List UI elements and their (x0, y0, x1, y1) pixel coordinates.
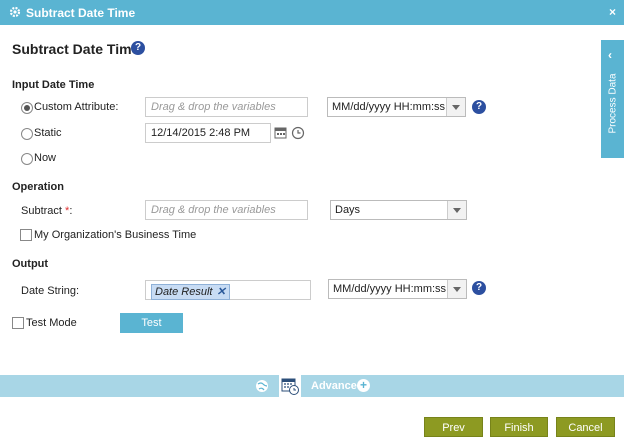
static-label: Static (34, 127, 62, 139)
static-date-input[interactable]: 12/14/2015 2:48 PM (145, 123, 271, 143)
remove-tag-icon[interactable]: ✕ (216, 285, 225, 299)
advanced-label[interactable]: Advanced (311, 380, 364, 392)
close-icon[interactable]: × (609, 5, 616, 19)
custom-attribute-input[interactable]: Drag & drop the variables (145, 97, 308, 117)
date-result-tag: Date Result ✕ (151, 284, 230, 300)
input-format-help-icon[interactable]: ? (472, 100, 486, 114)
unit-select[interactable]: Days (330, 200, 467, 220)
input-format-value: MM/dd/yyyy HH:mm:ss (332, 101, 446, 113)
static-radio[interactable] (21, 128, 33, 140)
chevron-down-icon[interactable] (447, 280, 466, 298)
output-format-select[interactable]: MM/dd/yyyy HH:mm:ss (328, 279, 467, 299)
business-time-checkbox[interactable] (20, 229, 32, 241)
section-input-date-time: Input Date Time (12, 79, 95, 91)
gear-icon (9, 6, 21, 18)
section-operation: Operation (12, 181, 64, 193)
output-format-help-icon[interactable]: ? (472, 281, 486, 295)
calendar-icon[interactable] (273, 124, 289, 142)
window-title: Subtract Date Time (26, 6, 136, 20)
clock-icon[interactable] (290, 124, 306, 142)
subtract-label: Subtract *: (21, 205, 73, 217)
help-icon[interactable]: ? (131, 41, 145, 55)
custom-attribute-radio[interactable] (21, 102, 33, 114)
finish-button[interactable]: Finish (490, 417, 548, 437)
title-bar: Subtract Date Time × (0, 0, 624, 25)
globe-gear-icon[interactable] (255, 378, 271, 394)
input-format-select[interactable]: MM/dd/yyyy HH:mm:ss (327, 97, 466, 117)
section-output: Output (12, 258, 49, 270)
plus-icon[interactable]: + (357, 379, 370, 392)
page-title: Subtract Date Time (12, 41, 140, 57)
unit-value: Days (335, 204, 361, 216)
chevron-down-icon[interactable] (446, 98, 465, 116)
process-data-tab[interactable]: ‹ Process Data (601, 40, 624, 158)
cancel-button[interactable]: Cancel (556, 417, 615, 437)
chevron-down-icon[interactable] (447, 201, 466, 219)
date-string-label: Date String: (21, 285, 80, 297)
test-button[interactable]: Test (120, 313, 183, 333)
calendar-tab[interactable] (279, 375, 301, 397)
process-data-label: Process Data (607, 73, 619, 134)
now-radio[interactable] (21, 153, 33, 165)
chevron-left-icon: ‹ (608, 48, 612, 62)
prev-button[interactable]: Prev (424, 417, 483, 437)
date-string-input[interactable]: Date Result ✕ (145, 280, 311, 300)
business-time-label: My Organization's Business Time (34, 229, 197, 241)
output-format-value: MM/dd/yyyy HH:mm:ss (333, 283, 447, 295)
subtract-input[interactable]: Drag & drop the variables (145, 200, 308, 220)
custom-attribute-label: Custom Attribute: (34, 101, 119, 113)
advanced-bar: Advanced + (0, 375, 624, 397)
test-mode-label: Test Mode (26, 317, 77, 329)
now-label: Now (34, 152, 57, 164)
calendar-clock-icon (281, 378, 299, 395)
test-mode-checkbox[interactable] (12, 317, 24, 329)
